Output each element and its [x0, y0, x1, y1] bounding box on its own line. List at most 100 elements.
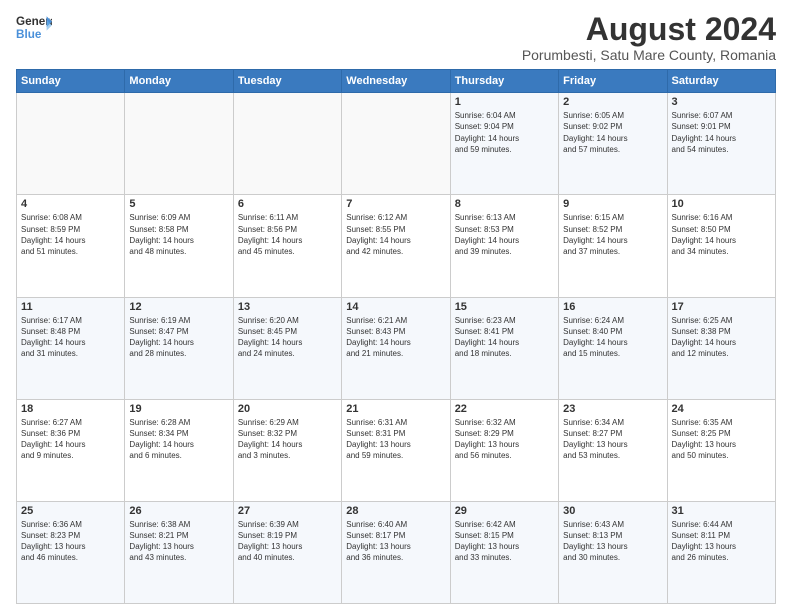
calendar-week-3: 11Sunrise: 6:17 AM Sunset: 8:48 PM Dayli…: [17, 297, 776, 399]
calendar-cell: 1 Sunrise: 6:04 AM Sunset: 9:04 PM Daylig…: [450, 93, 558, 195]
day-info: Sunrise: 6:21 AM Sunset: 8:43 PM Dayligh…: [346, 315, 445, 360]
calendar-cell: 23 Sunrise: 6:34 AM Sunset: 8:27 PM Dayli…: [559, 399, 667, 501]
calendar-cell: 11Sunrise: 6:17 AM Sunset: 8:48 PM Dayli…: [17, 297, 125, 399]
day-info: Sunrise: 6:34 AM Sunset: 8:27 PM Dayligh…: [563, 417, 662, 462]
day-number: 12: [129, 301, 228, 313]
day-number: 8: [455, 198, 554, 210]
day-info: Sunrise: 6:07 AM Sunset: 9:01 PM Dayligh…: [672, 110, 771, 155]
day-info: Sunrise: 6:42 AM Sunset: 8:15 PM Dayligh…: [455, 519, 554, 564]
day-info: Sunrise: 6:12 AM Sunset: 8:55 PM Dayligh…: [346, 212, 445, 257]
day-number: 22: [455, 403, 554, 415]
calendar-cell: 14 Sunrise: 6:21 AM Sunset: 8:43 PM Dayli…: [342, 297, 450, 399]
day-info: Sunrise: 6:44 AM Sunset: 8:11 PM Dayligh…: [672, 519, 771, 564]
calendar-cell: [125, 93, 233, 195]
day-info: Sunrise: 6:23 AM Sunset: 8:41 PM Dayligh…: [455, 315, 554, 360]
day-info: Sunrise: 6:11 AM Sunset: 8:56 PM Dayligh…: [238, 212, 337, 257]
day-info: Sunrise: 6:20 AM Sunset: 8:45 PM Dayligh…: [238, 315, 337, 360]
day-number: 18: [21, 403, 120, 415]
logo-icon: General Blue: [16, 12, 52, 42]
calendar-cell: 31 Sunrise: 6:44 AM Sunset: 8:11 PM Dayli…: [667, 501, 775, 603]
svg-text:Blue: Blue: [16, 28, 42, 41]
day-info: Sunrise: 6:04 AM Sunset: 9:04 PM Dayligh…: [455, 110, 554, 155]
day-number: 31: [672, 505, 771, 517]
calendar-cell: 9Sunrise: 6:15 AM Sunset: 8:52 PM Daylig…: [559, 195, 667, 297]
day-info: Sunrise: 6:29 AM Sunset: 8:32 PM Dayligh…: [238, 417, 337, 462]
day-number: 6: [238, 198, 337, 210]
calendar-cell: 27Sunrise: 6:39 AM Sunset: 8:19 PM Dayli…: [233, 501, 341, 603]
day-info: Sunrise: 6:15 AM Sunset: 8:52 PM Dayligh…: [563, 212, 662, 257]
calendar-cell: 26 Sunrise: 6:38 AM Sunset: 8:21 PM Dayli…: [125, 501, 233, 603]
calendar-cell: [233, 93, 341, 195]
calendar-week-2: 4Sunrise: 6:08 AM Sunset: 8:59 PM Daylig…: [17, 195, 776, 297]
calendar-body: 1 Sunrise: 6:04 AM Sunset: 9:04 PM Daylig…: [17, 93, 776, 604]
day-info: Sunrise: 6:16 AM Sunset: 8:50 PM Dayligh…: [672, 212, 771, 257]
col-tuesday: Tuesday: [233, 70, 341, 93]
col-friday: Friday: [559, 70, 667, 93]
day-info: Sunrise: 6:43 AM Sunset: 8:13 PM Dayligh…: [563, 519, 662, 564]
col-monday: Monday: [125, 70, 233, 93]
day-number: 27: [238, 505, 337, 517]
day-number: 25: [21, 505, 120, 517]
col-saturday: Saturday: [667, 70, 775, 93]
logo: General Blue: [16, 12, 52, 42]
day-number: 24: [672, 403, 771, 415]
calendar-cell: 18 Sunrise: 6:27 AM Sunset: 8:36 PM Dayli…: [17, 399, 125, 501]
day-number: 19: [129, 403, 228, 415]
calendar-cell: 19Sunrise: 6:28 AM Sunset: 8:34 PM Dayli…: [125, 399, 233, 501]
day-info: Sunrise: 6:19 AM Sunset: 8:47 PM Dayligh…: [129, 315, 228, 360]
calendar-cell: 17 Sunrise: 6:25 AM Sunset: 8:38 PM Dayli…: [667, 297, 775, 399]
day-number: 3: [672, 96, 771, 108]
calendar-cell: 16 Sunrise: 6:24 AM Sunset: 8:40 PM Dayli…: [559, 297, 667, 399]
day-number: 26: [129, 505, 228, 517]
day-info: Sunrise: 6:08 AM Sunset: 8:59 PM Dayligh…: [21, 212, 120, 257]
calendar-cell: 28 Sunrise: 6:40 AM Sunset: 8:17 PM Dayli…: [342, 501, 450, 603]
header: General Blue August 2024 Porumbesti, Sat…: [16, 12, 776, 63]
day-number: 13: [238, 301, 337, 313]
day-number: 2: [563, 96, 662, 108]
calendar-cell: [342, 93, 450, 195]
calendar-cell: 25 Sunrise: 6:36 AM Sunset: 8:23 PM Dayli…: [17, 501, 125, 603]
calendar-cell: 10 Sunrise: 6:16 AM Sunset: 8:50 PM Dayli…: [667, 195, 775, 297]
day-number: 15: [455, 301, 554, 313]
calendar-week-1: 1 Sunrise: 6:04 AM Sunset: 9:04 PM Daylig…: [17, 93, 776, 195]
calendar-cell: 13 Sunrise: 6:20 AM Sunset: 8:45 PM Dayli…: [233, 297, 341, 399]
day-number: 23: [563, 403, 662, 415]
day-info: Sunrise: 6:38 AM Sunset: 8:21 PM Dayligh…: [129, 519, 228, 564]
calendar-cell: [17, 93, 125, 195]
calendar-cell: 4Sunrise: 6:08 AM Sunset: 8:59 PM Daylig…: [17, 195, 125, 297]
day-number: 30: [563, 505, 662, 517]
calendar-cell: 8Sunrise: 6:13 AM Sunset: 8:53 PM Daylig…: [450, 195, 558, 297]
page: General Blue August 2024 Porumbesti, Sat…: [0, 0, 792, 612]
day-info: Sunrise: 6:35 AM Sunset: 8:25 PM Dayligh…: [672, 417, 771, 462]
day-number: 10: [672, 198, 771, 210]
calendar-cell: 15 Sunrise: 6:23 AM Sunset: 8:41 PM Dayli…: [450, 297, 558, 399]
calendar-header: Sunday Monday Tuesday Wednesday Thursday…: [17, 70, 776, 93]
day-number: 28: [346, 505, 445, 517]
day-info: Sunrise: 6:31 AM Sunset: 8:31 PM Dayligh…: [346, 417, 445, 462]
calendar-cell: 7Sunrise: 6:12 AM Sunset: 8:55 PM Daylig…: [342, 195, 450, 297]
day-info: Sunrise: 6:27 AM Sunset: 8:36 PM Dayligh…: [21, 417, 120, 462]
calendar-cell: 5Sunrise: 6:09 AM Sunset: 8:58 PM Daylig…: [125, 195, 233, 297]
day-number: 17: [672, 301, 771, 313]
day-info: Sunrise: 6:24 AM Sunset: 8:40 PM Dayligh…: [563, 315, 662, 360]
calendar-week-4: 18 Sunrise: 6:27 AM Sunset: 8:36 PM Dayli…: [17, 399, 776, 501]
day-info: Sunrise: 6:25 AM Sunset: 8:38 PM Dayligh…: [672, 315, 771, 360]
sub-title: Porumbesti, Satu Mare County, Romania: [522, 47, 776, 63]
day-info: Sunrise: 6:17 AM Sunset: 8:48 PM Dayligh…: [21, 315, 120, 360]
calendar-cell: 30 Sunrise: 6:43 AM Sunset: 8:13 PM Dayli…: [559, 501, 667, 603]
calendar-week-5: 25 Sunrise: 6:36 AM Sunset: 8:23 PM Dayli…: [17, 501, 776, 603]
day-number: 14: [346, 301, 445, 313]
col-thursday: Thursday: [450, 70, 558, 93]
day-number: 29: [455, 505, 554, 517]
calendar-cell: 24 Sunrise: 6:35 AM Sunset: 8:25 PM Dayli…: [667, 399, 775, 501]
day-number: 1: [455, 96, 554, 108]
day-info: Sunrise: 6:40 AM Sunset: 8:17 PM Dayligh…: [346, 519, 445, 564]
calendar-table: Sunday Monday Tuesday Wednesday Thursday…: [16, 69, 776, 604]
header-row: Sunday Monday Tuesday Wednesday Thursday…: [17, 70, 776, 93]
day-number: 16: [563, 301, 662, 313]
col-wednesday: Wednesday: [342, 70, 450, 93]
calendar-cell: 29 Sunrise: 6:42 AM Sunset: 8:15 PM Dayli…: [450, 501, 558, 603]
day-info: Sunrise: 6:36 AM Sunset: 8:23 PM Dayligh…: [21, 519, 120, 564]
day-info: Sunrise: 6:32 AM Sunset: 8:29 PM Dayligh…: [455, 417, 554, 462]
day-number: 5: [129, 198, 228, 210]
